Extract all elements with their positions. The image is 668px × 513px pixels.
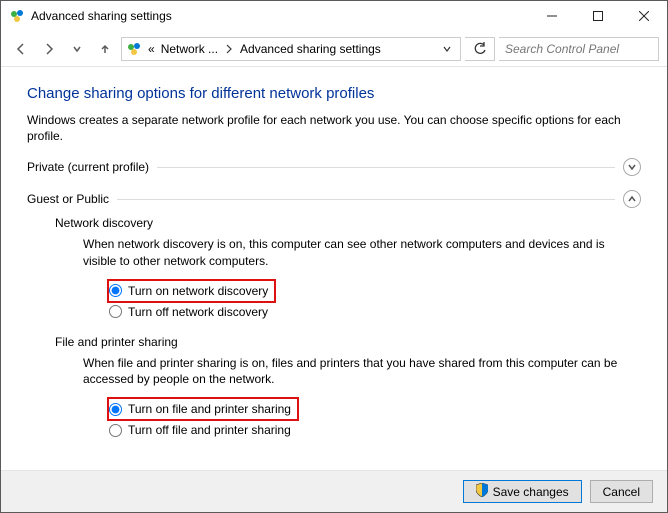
group-network-discovery-title: Network discovery xyxy=(55,216,641,230)
minimize-button[interactable] xyxy=(529,1,575,31)
forward-button[interactable] xyxy=(37,37,61,61)
highlight-box: Turn on file and printer sharing xyxy=(107,397,299,421)
chevron-up-icon[interactable] xyxy=(623,190,641,208)
shield-icon xyxy=(476,483,488,500)
section-guest-label: Guest or Public xyxy=(27,192,109,206)
cancel-button-label: Cancel xyxy=(603,485,640,499)
maximize-button[interactable] xyxy=(575,1,621,31)
breadcrumb-root[interactable]: « xyxy=(148,42,155,56)
radio-nd-off[interactable] xyxy=(109,305,122,318)
group-file-printer-title: File and printer sharing xyxy=(55,335,641,349)
section-private[interactable]: Private (current profile) xyxy=(27,158,641,176)
radio-nd-on-label[interactable]: Turn on network discovery xyxy=(128,284,268,298)
window-buttons xyxy=(529,1,667,31)
content-area: Change sharing options for different net… xyxy=(1,67,667,470)
window: Advanced sharing settings « Network ... … xyxy=(0,0,668,513)
breadcrumb-lvl2[interactable]: Advanced sharing settings xyxy=(240,42,381,56)
page-heading: Change sharing options for different net… xyxy=(27,85,641,102)
close-button[interactable] xyxy=(621,1,667,31)
radio-nd-off-label[interactable]: Turn off network discovery xyxy=(128,305,268,319)
radio-fp-off-label[interactable]: Turn off file and printer sharing xyxy=(128,423,291,437)
up-button[interactable] xyxy=(93,37,117,61)
group-file-printer-desc: When file and printer sharing is on, fil… xyxy=(83,355,641,387)
cancel-button[interactable]: Cancel xyxy=(590,480,653,503)
section-private-label: Private (current profile) xyxy=(27,160,149,174)
radio-nd-on[interactable] xyxy=(109,284,122,297)
divider xyxy=(117,199,615,200)
titlebar: Advanced sharing settings xyxy=(1,1,667,31)
page-description: Windows creates a separate network profi… xyxy=(27,112,641,144)
back-button[interactable] xyxy=(9,37,33,61)
nav-row: « Network ... Advanced sharing settings xyxy=(1,31,667,67)
radio-fp-on[interactable] xyxy=(109,403,122,416)
radio-fp-off[interactable] xyxy=(109,424,122,437)
chevron-right-icon xyxy=(224,44,234,54)
refresh-button[interactable] xyxy=(465,37,495,61)
footer: Save changes Cancel xyxy=(1,470,667,512)
address-bar[interactable]: « Network ... Advanced sharing settings xyxy=(121,37,461,61)
control-panel-icon xyxy=(9,8,25,24)
search-input[interactable] xyxy=(499,37,659,61)
recent-locations-button[interactable] xyxy=(65,37,89,61)
group-network-discovery-desc: When network discovery is on, this compu… xyxy=(83,236,641,268)
control-panel-icon xyxy=(126,41,142,57)
chevron-down-icon[interactable] xyxy=(623,158,641,176)
section-guest[interactable]: Guest or Public xyxy=(27,190,641,208)
breadcrumb-lvl1[interactable]: Network ... xyxy=(161,42,218,56)
highlight-box: Turn on network discovery xyxy=(107,279,276,303)
radio-fp-on-label[interactable]: Turn on file and printer sharing xyxy=(128,402,291,416)
window-title: Advanced sharing settings xyxy=(31,9,529,23)
save-button[interactable]: Save changes xyxy=(463,480,582,503)
save-button-label: Save changes xyxy=(493,485,569,499)
address-dropdown[interactable] xyxy=(438,44,456,54)
divider xyxy=(157,167,615,168)
